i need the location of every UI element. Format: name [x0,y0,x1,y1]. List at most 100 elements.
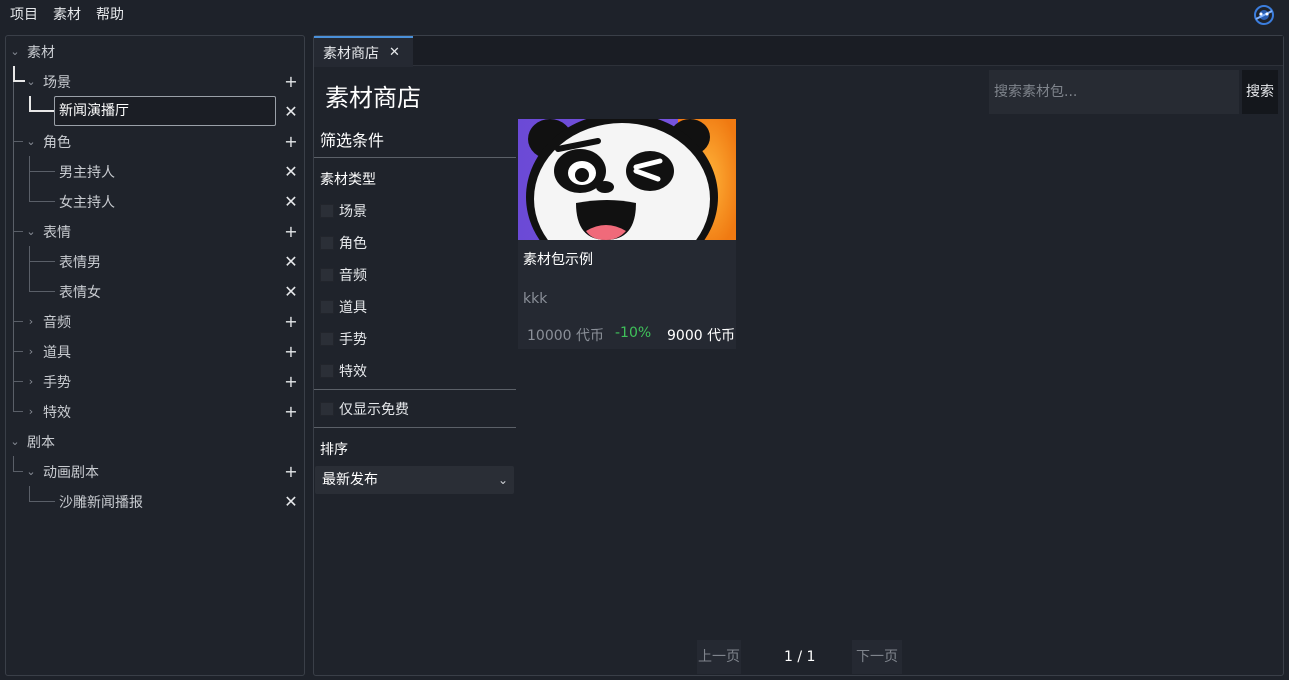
tab-asset-store[interactable]: 素材商店 ✕ [314,36,413,67]
checkbox-label: 道具 [339,300,367,316]
close-icon[interactable]: ✕ [284,164,298,180]
tree-node-expression-female[interactable]: 表情女 ✕ [6,277,304,307]
chevron-right-icon[interactable]: › [25,406,37,418]
discount-badge: -10% [615,325,652,341]
tree-node-effect[interactable]: › 特效 + [6,397,304,427]
plus-icon[interactable]: + [284,404,298,420]
tree-node-anim-script[interactable]: ⌄ 动画剧本 + [6,457,304,487]
plus-icon[interactable]: + [284,314,298,330]
sort-select-value: 最新发布 [322,472,378,488]
tree-node-male-host[interactable]: 男主持人 ✕ [6,157,304,187]
tree-node-prop[interactable]: › 道具 + [6,337,304,367]
sort-select[interactable]: 最新发布 ⌄ [315,466,514,494]
checkbox-label: 角色 [339,236,367,252]
checkbox[interactable] [320,402,334,416]
tree-node-label: 男主持人 [59,165,115,181]
checkbox-label: 场景 [339,204,367,220]
checkbox[interactable] [320,236,334,250]
chevron-right-icon[interactable]: › [25,376,37,388]
search-input[interactable] [989,70,1239,114]
tree-node-label: 表情 [43,225,71,241]
checkbox[interactable] [320,332,334,346]
search-button[interactable]: 搜索 [1242,70,1278,114]
tree-node-audio[interactable]: › 音频 + [6,307,304,337]
tree-node-label: 道具 [43,345,71,361]
plus-icon[interactable]: + [284,344,298,360]
tree-node-label: 手势 [43,375,71,391]
filter-type-audio[interactable]: 音频 [320,265,367,285]
filter-free-only[interactable]: 仅显示免费 [320,399,409,419]
tree-node-label: 场景 [43,75,71,91]
asset-pack-description: kkk [523,291,548,307]
page-title: 素材商店 [325,84,421,112]
menu-bar: 项目 素材 帮助 [0,0,1289,30]
chevron-right-icon[interactable]: › [25,346,37,358]
checkbox-label: 手势 [339,332,367,348]
plus-icon[interactable]: + [284,134,298,150]
asset-pack-name: 素材包示例 [523,252,593,268]
tree-node-label: 剧本 [27,435,55,451]
plus-icon[interactable]: + [284,74,298,90]
plus-icon[interactable]: + [284,464,298,480]
checkbox-label: 音频 [339,268,367,284]
chevron-down-icon[interactable]: ⌄ [25,136,37,148]
checkbox-label: 特效 [339,364,367,380]
filter-type-prop[interactable]: 道具 [320,297,367,317]
tree-node-scene[interactable]: ⌄ 场景 + [6,67,304,97]
asset-pack-thumbnail [518,119,736,240]
menu-project[interactable]: 项目 [5,0,43,30]
checkbox[interactable] [320,364,334,378]
tree-node-gesture[interactable]: › 手势 + [6,367,304,397]
tree-node-label: 沙雕新闻播报 [59,495,143,511]
close-icon[interactable]: ✕ [284,494,298,510]
close-icon[interactable]: ✕ [284,104,298,120]
asset-tree-panel: ⌄ 素材 ⌄ 场景 + 新闻演播厅 ✕ ⌄ 角色 + 男主持人 ✕ 女主持人 ✕… [5,35,305,676]
filter-type-effect[interactable]: 特效 [320,361,367,381]
divider [314,389,516,390]
tree-node-expression-male[interactable]: 表情男 ✕ [6,247,304,277]
chevron-down-icon[interactable]: ⌄ [25,466,37,478]
tree-node-assets[interactable]: ⌄ 素材 [6,37,304,67]
close-icon[interactable]: ✕ [389,45,400,60]
checkbox[interactable] [320,268,334,282]
tree-node-label: 特效 [43,405,71,421]
tree-guide-line-selected [29,110,55,112]
tree-node-expression[interactable]: ⌄ 表情 + [6,217,304,247]
close-icon[interactable]: ✕ [284,284,298,300]
menu-assets[interactable]: 素材 [48,0,86,30]
tree-node-script[interactable]: ⌄ 剧本 [6,427,304,457]
tree-node-role[interactable]: ⌄ 角色 + [6,127,304,157]
tab-label: 素材商店 [323,45,379,62]
tree-node-label: 角色 [43,135,71,151]
checkbox[interactable] [320,204,334,218]
tree-node-sand-news[interactable]: 沙雕新闻播报 ✕ [6,487,304,517]
next-page-button[interactable]: 下一页 [852,640,902,674]
app-logo-icon [1254,5,1274,25]
chevron-down-icon[interactable]: ⌄ [25,76,37,88]
tree-node-female-host[interactable]: 女主持人 ✕ [6,187,304,217]
tree-node-label: 表情女 [59,285,101,301]
close-icon[interactable]: ✕ [284,254,298,270]
tree-node-label: 素材 [27,45,55,61]
prev-page-button[interactable]: 上一页 [697,640,741,674]
chevron-down-icon[interactable]: ⌄ [25,226,37,238]
tree-guide-line-selected [29,96,31,111]
plus-icon[interactable]: + [284,224,298,240]
menu-help[interactable]: 帮助 [91,0,129,30]
filter-type-role[interactable]: 角色 [320,233,367,253]
close-icon[interactable]: ✕ [284,194,298,210]
chevron-down-icon[interactable]: ⌄ [9,46,21,58]
checkbox[interactable] [320,300,334,314]
plus-icon[interactable]: + [284,374,298,390]
filter-type-scene[interactable]: 场景 [320,201,367,221]
store-panel: 素材商店 ✕ 素材商店 搜索 筛选条件 素材类型 场景 角色 音频 道具 手势 … [313,35,1284,676]
sort-label: 排序 [320,442,348,458]
chevron-down-icon[interactable]: ⌄ [9,436,21,448]
rename-input[interactable]: 新闻演播厅 [54,96,276,126]
tab-strip: 素材商店 ✕ [314,36,1283,67]
asset-pack-card[interactable]: 素材包示例 kkk 10000 代币 -10% 9000 代币 [518,119,736,349]
page-indicator: 1 / 1 [784,649,816,665]
chevron-down-icon: ⌄ [497,473,508,487]
filter-type-gesture[interactable]: 手势 [320,329,367,349]
chevron-right-icon[interactable]: › [25,316,37,328]
